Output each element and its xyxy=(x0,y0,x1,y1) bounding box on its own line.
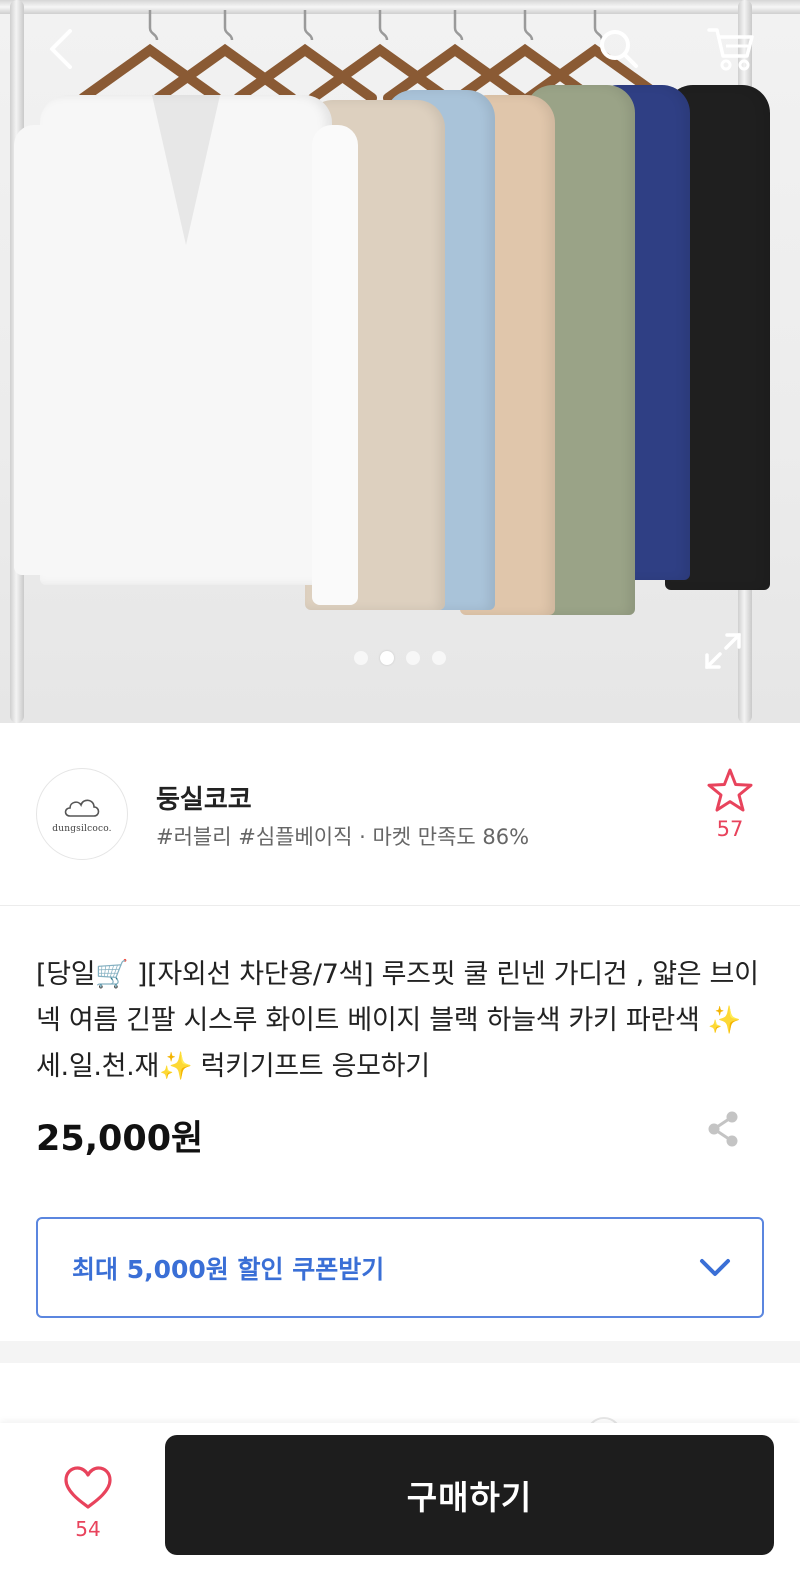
expand-icon xyxy=(705,633,741,669)
product-info: [당일🛒 ][자외선 차단용/7색] 루즈핏 쿨 린넨 가디건 , 얇은 브이넥… xyxy=(0,907,800,1341)
carousel-dot[interactable] xyxy=(406,651,420,665)
seller-section: dungsilcoco. 둥실코코 #러블리 #심플베이직 · 마켓 만족도 8… xyxy=(0,723,800,906)
chevron-down-icon xyxy=(700,1258,730,1276)
search-icon xyxy=(600,30,638,68)
product-title: [당일🛒 ][자외선 차단용/7색] 루즈핏 쿨 린넨 가디건 , 얇은 브이넥… xyxy=(36,959,759,1082)
share-button[interactable] xyxy=(703,1109,743,1149)
product-image-gallery[interactable] xyxy=(0,0,800,723)
cloud-icon xyxy=(64,799,100,817)
next-section xyxy=(0,1363,800,1453)
coupon-label: 최대 5,000원 할인 쿠폰받기 xyxy=(72,1254,385,1284)
cardigan-neckline xyxy=(152,95,220,245)
buy-button[interactable]: 구매하기 xyxy=(165,1435,774,1555)
product-price: 25,000원 xyxy=(36,1119,204,1159)
cardigan-sleeve xyxy=(14,125,60,575)
seller-favorite-count: 57 xyxy=(716,817,744,841)
like-count: 54 xyxy=(75,1517,101,1541)
cardigan-sleeve xyxy=(312,125,358,605)
bottom-action-bar: 54 구매하기 xyxy=(0,1423,800,1585)
carousel-dot[interactable] xyxy=(432,651,446,665)
seller-logo[interactable]: dungsilcoco. xyxy=(36,768,128,860)
search-button[interactable] xyxy=(592,22,646,76)
chevron-left-icon xyxy=(50,29,72,69)
carousel-dot[interactable] xyxy=(354,651,368,665)
star-icon xyxy=(707,768,753,812)
carousel-indicator xyxy=(0,651,800,665)
cardigan xyxy=(14,95,358,605)
seller-favorite-button[interactable]: 57 xyxy=(702,767,758,841)
cart-icon xyxy=(707,28,754,71)
share-icon xyxy=(708,1111,738,1147)
seller-name[interactable]: 둥실코코 xyxy=(156,779,252,816)
like-button[interactable]: 54 xyxy=(52,1465,124,1541)
carousel-dot[interactable] xyxy=(380,651,394,665)
expand-button[interactable] xyxy=(696,624,750,678)
cart-button[interactable] xyxy=(704,22,758,76)
seller-logo-text: dungsilcoco. xyxy=(52,824,112,834)
heart-icon xyxy=(64,1466,112,1509)
back-button[interactable] xyxy=(34,22,88,76)
seller-tags: #러블리 #심플베이직 · 마켓 만족도 86% xyxy=(156,825,530,849)
section-divider xyxy=(0,1341,800,1363)
coupon-button[interactable]: 최대 5,000원 할인 쿠폰받기 xyxy=(36,1217,764,1318)
